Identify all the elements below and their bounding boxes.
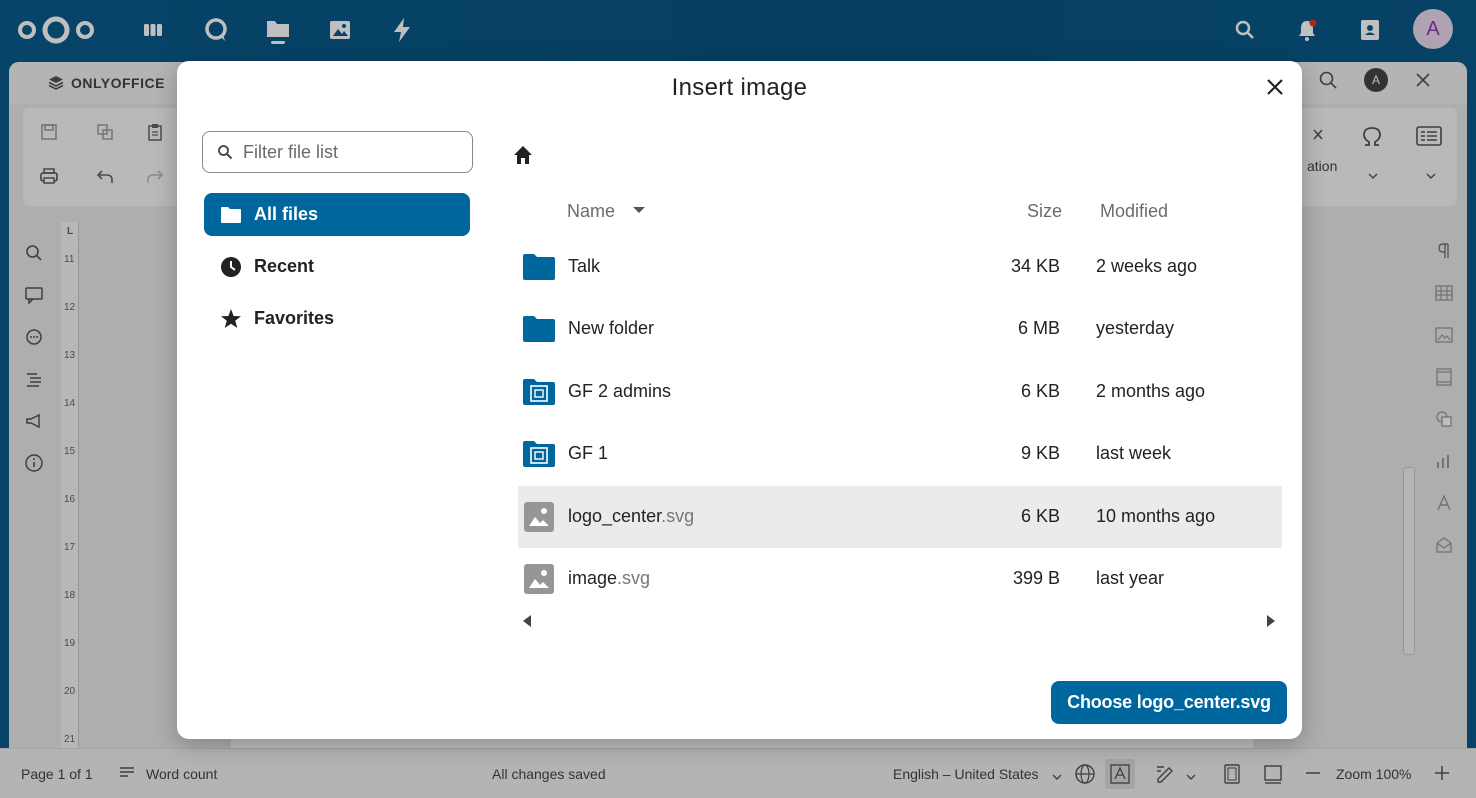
image-file-icon [524,502,554,532]
star-icon [220,308,242,330]
folder-icon [523,316,555,342]
file-name: image.svg [568,568,650,589]
filter-field[interactable] [202,131,473,173]
file-row[interactable]: GF 2 admins 6 KB 2 months ago [518,361,1282,423]
group-folder-icon [523,379,555,405]
file-basename: image [568,568,618,588]
file-size: 9 KB [1020,443,1060,463]
file-basename: logo_center [568,506,662,526]
file-name: GF 1 [568,443,609,463]
choose-button[interactable]: Choose logo_center.svg [1051,681,1287,724]
insert-image-dialog: Insert image All files Recent Favorites … [177,61,1302,739]
file-size: 6 MB [1017,318,1060,338]
file-extension: .svg [617,568,651,588]
file-name: Talk [568,256,601,276]
file-name: New folder [568,318,655,338]
file-modified: 10 months ago [1096,506,1216,526]
file-row[interactable]: image.svg 399 B last year [518,548,1282,610]
filter-input[interactable] [243,141,463,163]
dialog-title: Insert image [671,74,808,101]
folder-icon [220,204,242,226]
sort-caret-icon[interactable] [633,207,645,213]
file-size: 6 KB [1020,506,1060,526]
image-file-icon [524,564,554,594]
file-row-selected[interactable]: logo_center.svg 6 KB 10 months ago [518,486,1282,548]
file-name: logo_center.svg [568,506,694,527]
home-breadcrumb-icon[interactable] [511,143,535,167]
search-icon [218,145,233,160]
file-size: 6 KB [1020,381,1060,401]
file-size: 399 B [1012,568,1060,588]
column-header-size[interactable]: Size [1027,201,1062,222]
file-row[interactable]: GF 1 9 KB last week [518,423,1282,485]
column-header-name[interactable]: Name [567,201,615,222]
file-extension: .svg [661,506,695,526]
nav-favorites[interactable]: Favorites [204,297,470,340]
close-icon [1267,79,1283,95]
group-folder-icon [523,441,555,467]
scroll-right-arrow-icon[interactable] [1267,615,1275,627]
file-row[interactable]: Talk 34 KB 2 weeks ago [518,236,1282,298]
file-name: GF 2 admins [568,381,672,401]
nav-all-files[interactable]: All files [204,193,470,236]
file-modified: last week [1096,443,1172,463]
file-size: 34 KB [1010,256,1060,276]
file-modified: 2 weeks ago [1096,256,1198,276]
close-button[interactable] [1261,73,1289,101]
nav-label: Recent [254,256,315,276]
file-modified: last year [1096,568,1165,588]
folder-icon [523,254,555,280]
scroll-left-arrow-icon[interactable] [523,615,531,627]
nav-recent[interactable]: Recent [204,245,470,288]
nav-label: All files [254,204,319,224]
clock-icon [220,256,242,278]
file-modified: 2 months ago [1096,381,1206,401]
nav-label: Favorites [254,308,335,328]
file-modified: yesterday [1096,318,1175,338]
file-row[interactable]: New folder 6 MB yesterday [518,298,1282,360]
column-header-modified[interactable]: Modified [1100,201,1168,222]
